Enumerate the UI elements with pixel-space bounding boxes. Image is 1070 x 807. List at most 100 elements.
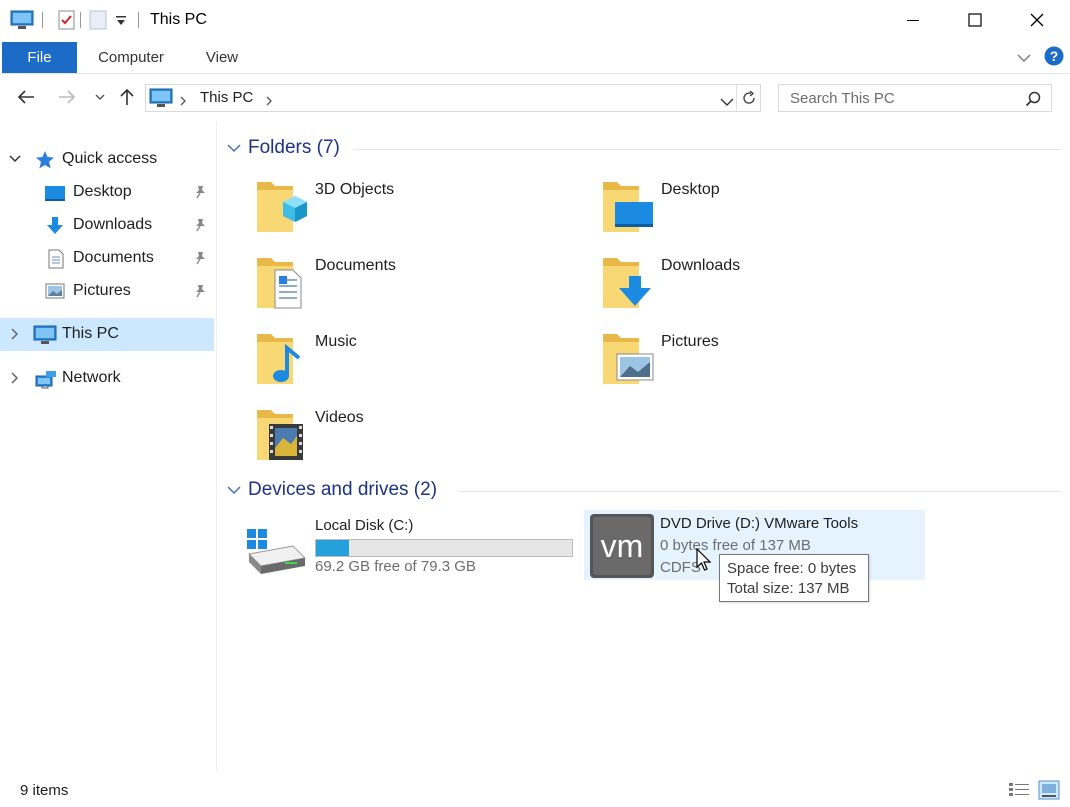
svg-text:vm: vm [601, 528, 644, 564]
sidebar-item-label: Pictures [73, 282, 131, 299]
folder-desktop-icon [599, 176, 655, 240]
chevron-down-icon[interactable] [226, 141, 242, 158]
help-icon[interactable]: ? [1044, 46, 1064, 70]
minimize-button[interactable] [883, 0, 943, 40]
sidebar-item-documents[interactable]: Documents [0, 242, 214, 275]
svg-text:?: ? [1050, 48, 1059, 64]
forward-button[interactable] [55, 84, 79, 110]
folder-item-documents[interactable]: Documents [253, 252, 553, 322]
pin-icon[interactable] [194, 284, 206, 302]
sidebar-item-downloads[interactable]: Downloads [0, 209, 214, 242]
address-history-icon[interactable] [720, 94, 734, 111]
sidebar-item-label: Downloads [73, 216, 153, 233]
folder-3d-objects-icon [253, 176, 309, 240]
chevron-right-icon[interactable] [8, 371, 20, 389]
folder-name: Pictures [661, 333, 719, 350]
download-arrow-icon [45, 216, 65, 240]
folder-item-desktop[interactable]: Desktop [599, 176, 899, 246]
chevron-right-icon[interactable] [8, 327, 20, 345]
sidebar-item-network[interactable]: Network [0, 362, 214, 395]
mouse-cursor-icon [696, 547, 712, 576]
folder-documents-icon [253, 252, 309, 316]
group-title: Devices and drives (2) [248, 479, 438, 500]
status-bar: 9 items [0, 775, 1070, 807]
drive-usage-fill [316, 540, 349, 556]
folder-item-music[interactable]: Music [253, 328, 553, 398]
navigation-pane: Quick access Desktop Downloads Documents [0, 130, 214, 770]
search-input[interactable]: Search This PC [778, 84, 1052, 112]
sidebar-item-label: Quick access [62, 150, 158, 167]
breadcrumb-this-pc[interactable]: This PC [200, 89, 253, 106]
drive-filesystem: CDFS [660, 559, 701, 576]
picture-icon [45, 282, 65, 304]
close-button[interactable] [1007, 0, 1067, 40]
back-button[interactable] [14, 84, 38, 110]
window-title: This PC [150, 11, 207, 28]
details-view-icon[interactable] [1008, 782, 1030, 802]
vmware-logo-icon: vm [589, 513, 655, 583]
group-divider [458, 491, 1060, 492]
devices-group-header[interactable]: Devices and drives (2) [226, 477, 1060, 503]
pin-icon[interactable] [194, 251, 206, 269]
pin-icon[interactable] [194, 218, 206, 236]
navigation-bar: This PC Search This PC [0, 76, 1070, 120]
sidebar-item-label: Desktop [73, 183, 132, 200]
maximize-button[interactable] [945, 0, 1005, 40]
customize-quick-access-icon[interactable] [115, 14, 127, 31]
folder-name: Downloads [661, 257, 741, 274]
tab-computer[interactable]: Computer [86, 43, 176, 73]
folder-name: Documents [315, 257, 396, 274]
folder-item-downloads[interactable]: Downloads [599, 252, 899, 322]
folder-pictures-icon [599, 328, 655, 392]
sidebar-item-label: Documents [73, 249, 154, 266]
sidebar-item-quick-access[interactable]: Quick access [0, 143, 214, 176]
drive-usage-bar [315, 539, 573, 557]
properties-icon[interactable] [57, 10, 77, 34]
refresh-icon[interactable] [741, 90, 757, 110]
chevron-down-icon[interactable] [8, 152, 22, 169]
drive-free-space: 69.2 GB free of 79.3 GB [315, 558, 476, 575]
folder-item-3d-objects[interactable]: 3D Objects [253, 176, 553, 246]
sidebar-item-desktop[interactable]: Desktop [0, 176, 214, 209]
folder-name: Music [315, 333, 357, 350]
document-icon [47, 249, 65, 273]
folder-name: 3D Objects [315, 181, 395, 198]
drive-free-space: 0 bytes free of 137 MB [660, 537, 811, 554]
chevron-down-icon[interactable] [226, 483, 242, 500]
expand-ribbon-icon[interactable] [1017, 50, 1031, 67]
folders-group-header[interactable]: Folders (7) [226, 135, 1060, 161]
new-folder-icon[interactable] [89, 10, 107, 34]
folder-name: Desktop [661, 181, 720, 198]
pane-divider[interactable] [216, 122, 217, 772]
tab-view[interactable]: View [190, 43, 254, 73]
folder-item-videos[interactable]: Videos [253, 404, 553, 474]
breadcrumb-separator-icon[interactable] [179, 93, 187, 110]
star-icon [35, 150, 55, 174]
folder-music-icon [253, 328, 309, 392]
up-button[interactable] [115, 84, 139, 110]
breadcrumb-separator-icon[interactable] [265, 93, 273, 110]
search-placeholder: Search This PC [790, 90, 895, 107]
ribbon: File Computer View ? [0, 40, 1070, 74]
title-bar: This PC [0, 0, 1070, 40]
desktop-icon [44, 183, 66, 207]
drive-tooltip: Space free: 0 bytes Total size: 137 MB [719, 554, 869, 602]
this-pc-icon [33, 325, 57, 349]
this-pc-icon [149, 88, 173, 112]
sidebar-item-pictures[interactable]: Pictures [0, 275, 214, 308]
address-bar[interactable]: This PC [145, 84, 761, 112]
pin-icon[interactable] [194, 185, 206, 203]
tab-file[interactable]: File [2, 42, 77, 73]
folder-downloads-icon [599, 252, 655, 316]
sidebar-item-this-pc[interactable]: This PC [0, 318, 214, 351]
drive-item-local-disk[interactable]: Local Disk (C:) 69.2 GB free of 79.3 GB [239, 512, 579, 582]
this-pc-icon[interactable] [10, 10, 34, 34]
search-icon[interactable] [1025, 91, 1041, 111]
folder-videos-icon [253, 404, 309, 468]
sidebar-item-label: This PC [62, 325, 119, 342]
recent-locations-button[interactable] [88, 84, 112, 110]
folder-name: Videos [315, 409, 364, 426]
drive-name: Local Disk (C:) [315, 517, 414, 534]
large-icons-view-icon[interactable] [1038, 780, 1060, 804]
folder-item-pictures[interactable]: Pictures [599, 328, 899, 398]
